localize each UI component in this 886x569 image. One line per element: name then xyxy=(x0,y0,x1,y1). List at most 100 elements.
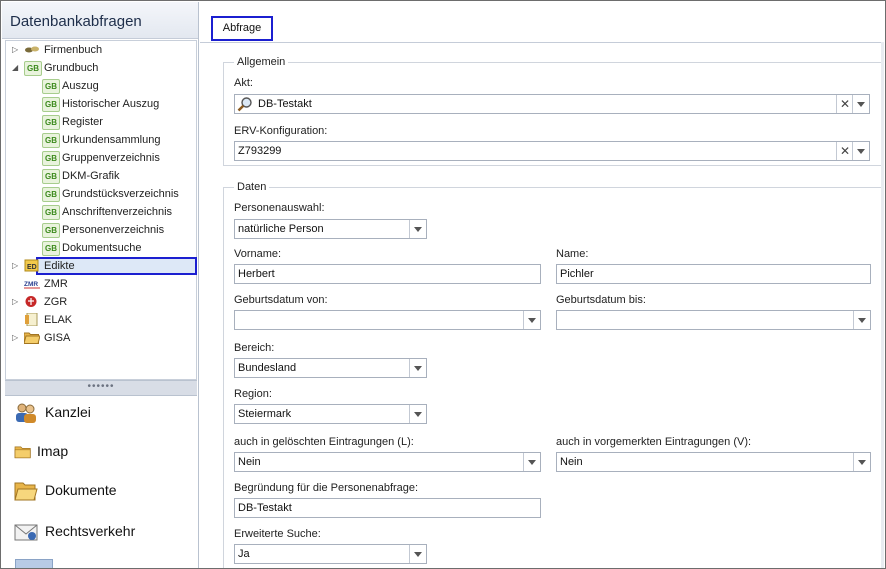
tree-item-anschriftenverzeichnis[interactable]: GB Anschriftenverzeichnis xyxy=(6,203,194,221)
zgr-icon xyxy=(24,295,40,308)
gb-icon: GB xyxy=(42,151,60,166)
panel-splitter[interactable]: •••••• xyxy=(5,380,197,396)
geloeschte-eintragungen-value: Nein xyxy=(238,456,261,468)
nav-dokumente[interactable]: Dokumente xyxy=(5,473,197,511)
erweiterte-suche-select[interactable]: Ja xyxy=(234,544,427,564)
geloeschte-eintragungen-select[interactable]: Nein xyxy=(234,452,541,472)
tree-item-register[interactable]: GB Register xyxy=(6,113,194,131)
tree-item-zmr[interactable]: ZMR ZMR xyxy=(6,275,194,293)
tree-item-label: ZGR xyxy=(44,296,68,308)
tree-item-elak[interactable]: ELAK xyxy=(6,311,194,329)
vorgemerkte-eintragungen-select[interactable]: Nein xyxy=(556,452,871,472)
personenauswahl-select[interactable]: natürliche Person xyxy=(234,219,427,239)
expand-arrow-icon[interactable]: ▷ xyxy=(12,329,22,347)
group-legend: Allgemein xyxy=(234,56,289,68)
tree-item-label: Grundstücksverzeichnis xyxy=(62,188,179,200)
tree-item-urkundensammlung[interactable]: GB Urkundensammlung xyxy=(6,131,194,149)
tree-item-label: Grundbuch xyxy=(44,62,99,74)
tree-item-label: Anschriftenverzeichnis xyxy=(62,206,173,218)
gb-icon: GB xyxy=(24,61,42,76)
tree-item-label: DKM-Grafik xyxy=(62,170,120,182)
folder-icon xyxy=(23,331,41,344)
tree-item-gisa[interactable]: ▷ GISA xyxy=(6,329,194,347)
tree-item-label: GISA xyxy=(44,332,71,344)
query-form-panel: Abfrage Allgemein Akt: DB-Testakt ✕ ERV-… xyxy=(200,2,884,568)
svg-text:ED: ED xyxy=(27,264,37,271)
chevron-down-icon[interactable] xyxy=(409,359,426,377)
tree-item-zgr[interactable]: ▷ ZGR xyxy=(6,293,194,311)
erv-label: ERV-Konfiguration: xyxy=(234,125,328,137)
panel-header: Datenbankabfragen xyxy=(2,2,198,39)
tree-item-gruppenverzeichnis[interactable]: GB Gruppenverzeichnis xyxy=(6,149,194,167)
begruendung-label: Begründung für die Personenabfrage: xyxy=(234,482,419,494)
name-value: Pichler xyxy=(560,268,594,280)
tab-strip: Abfrage xyxy=(200,2,884,43)
expand-arrow-icon[interactable]: ▷ xyxy=(12,257,22,275)
folder-icon xyxy=(14,446,31,459)
region-value: Steiermark xyxy=(238,408,292,420)
akt-combobox[interactable]: DB-Testakt ✕ xyxy=(234,94,870,114)
tree-item-auszug[interactable]: GB Auszug xyxy=(6,77,194,95)
chevron-down-icon[interactable] xyxy=(409,220,426,238)
region-label: Region: xyxy=(234,388,272,400)
geburtsdatum-bis-picker[interactable] xyxy=(556,310,871,330)
nav-label: Kanzlei xyxy=(45,404,91,420)
erv-combobox[interactable]: Z793299 ✕ xyxy=(234,141,870,161)
begruendung-input[interactable]: DB-Testakt xyxy=(234,498,541,518)
nav-rechtsverkehr[interactable]: Rechtsverkehr xyxy=(5,514,197,552)
envelope-icon xyxy=(14,524,38,541)
vorname-label: Vorname: xyxy=(234,248,282,260)
zmr-icon: ZMR xyxy=(24,277,40,290)
tree-item-edikte[interactable]: ▷ ED Edikte xyxy=(6,257,194,275)
folder-open-icon xyxy=(14,482,38,501)
chevron-down-icon[interactable] xyxy=(852,142,869,160)
nav-label: Rechtsverkehr xyxy=(45,523,136,539)
elak-icon xyxy=(24,312,40,327)
chevron-down-icon[interactable] xyxy=(409,545,426,563)
chevron-down-icon[interactable] xyxy=(853,453,870,471)
tree-item-dokumentsuche[interactable]: GB Dokumentsuche xyxy=(6,239,194,257)
name-input[interactable]: Pichler xyxy=(556,264,871,284)
tree-item-label: ELAK xyxy=(44,314,73,326)
clear-icon[interactable]: ✕ xyxy=(836,95,853,113)
panel-title: Datenbankabfragen xyxy=(10,13,142,30)
vorname-value: Herbert xyxy=(238,268,275,280)
bereich-select[interactable]: Bundesland xyxy=(234,358,427,378)
tree-item-dkm-grafik[interactable]: GB DKM-Grafik xyxy=(6,167,194,185)
chevron-down-icon[interactable] xyxy=(523,453,540,471)
tree-item-historischer-auszug[interactable]: GB Historischer Auszug xyxy=(6,95,194,113)
chevron-down-icon[interactable] xyxy=(409,405,426,423)
region-select[interactable]: Steiermark xyxy=(234,404,427,424)
personenauswahl-value: natürliche Person xyxy=(238,223,324,235)
clear-icon[interactable]: ✕ xyxy=(836,142,853,160)
vertical-scrollbar[interactable] xyxy=(881,42,884,568)
tree-item-grundbuch[interactable]: ◢ GB Grundbuch xyxy=(6,59,194,77)
tree-item-label: Register xyxy=(62,116,103,128)
chevron-down-icon[interactable] xyxy=(523,311,540,329)
tree-item-label: Historischer Auszug xyxy=(62,98,160,110)
expand-arrow-icon[interactable]: ▷ xyxy=(12,41,22,59)
nav-overflow-icon[interactable] xyxy=(15,559,53,568)
nav-imap[interactable]: Imap xyxy=(5,434,197,472)
geburtsdatum-von-picker[interactable] xyxy=(234,310,541,330)
gb-icon: GB xyxy=(42,223,60,238)
bereich-value: Bundesland xyxy=(238,362,297,374)
erweiterte-suche-label: Erweiterte Suche: xyxy=(234,528,321,540)
application-window: Datenbankabfragen ▷ Firmenbuch ◢ GB Grundbuc… xyxy=(0,0,886,569)
tree-item-grundstücksverzeichnis[interactable]: GB Grundstücksverzeichnis xyxy=(6,185,194,203)
expand-arrow-icon[interactable]: ▷ xyxy=(12,293,22,311)
users-icon xyxy=(16,403,36,423)
collapse-arrow-icon[interactable]: ◢ xyxy=(12,59,22,77)
tree-item-label: Firmenbuch xyxy=(44,44,103,56)
tab-abfrage[interactable]: Abfrage xyxy=(211,16,273,41)
erweiterte-suche-value: Ja xyxy=(238,548,250,560)
tree-item-firmenbuch[interactable]: ▷ Firmenbuch xyxy=(6,41,194,59)
vorgemerkte-eintragungen-label: auch in vorgemerkten Eintragungen (V): xyxy=(556,436,752,448)
nav-label: Dokumente xyxy=(45,482,117,498)
tree-item-personenverzeichnis[interactable]: GB Personenverzeichnis xyxy=(6,221,194,239)
vorname-input[interactable]: Herbert xyxy=(234,264,541,284)
chevron-down-icon[interactable] xyxy=(853,311,870,329)
nav-kanzlei[interactable]: Kanzlei xyxy=(5,395,197,433)
chevron-down-icon[interactable] xyxy=(852,95,869,113)
search-icon[interactable] xyxy=(237,96,253,112)
